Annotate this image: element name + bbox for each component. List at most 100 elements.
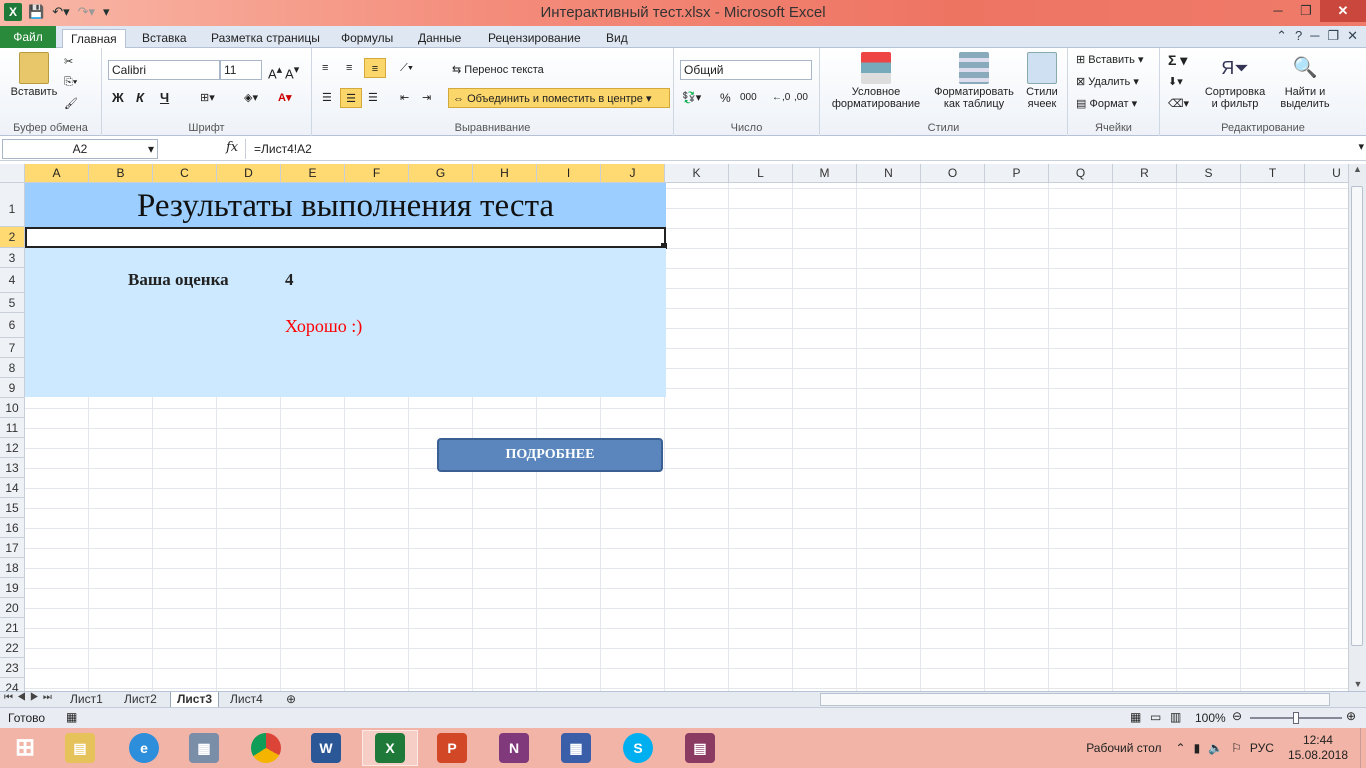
volume-icon[interactable]: 🔈 [1208,741,1223,755]
italic-button[interactable]: К [136,88,144,108]
row-header-4[interactable]: 4 [0,268,25,293]
column-header-u[interactable]: U [1305,164,1348,183]
insert-function-button[interactable]: fx [226,140,238,155]
increase-decimal-icon[interactable]: ←,0 [772,88,790,108]
row-header-13[interactable]: 13 [0,458,25,478]
select-all-corner[interactable] [0,164,25,183]
row-header-24[interactable]: 24 [0,678,25,691]
column-header-r[interactable]: R [1113,164,1177,183]
taskbar-calculator[interactable]: ▦ [176,730,232,766]
delete-cells-button[interactable]: ⊠ Удалить ▾ [1076,72,1139,92]
tab-formulas[interactable]: Формулы [333,29,401,48]
row-header-16[interactable]: 16 [0,518,25,538]
vertical-scrollbar[interactable]: ▲ ▼ [1348,164,1366,691]
row-header-22[interactable]: 22 [0,638,25,658]
close-button[interactable]: ✕ [1320,0,1366,22]
taskbar-ie[interactable]: e [116,730,172,766]
tab-home[interactable]: Главная [62,29,126,49]
row-header-14[interactable]: 14 [0,478,25,498]
fill-icon[interactable]: ⬇▾ [1168,72,1183,92]
row-header-5[interactable]: 5 [0,293,25,313]
decrease-indent-icon[interactable]: ⇤ [400,88,409,108]
tab-file[interactable]: Файл [0,26,56,48]
column-header-h[interactable]: H [473,164,537,183]
copy-icon[interactable]: ⎘▾ [64,72,77,92]
help-icon[interactable]: ? [1295,28,1302,44]
expand-formula-icon[interactable]: ▾ [1358,140,1364,153]
show-desktop-button[interactable] [1360,728,1366,768]
find-select-button[interactable]: 🔍 Найти и выделить [1272,52,1338,110]
network-icon[interactable]: ⚐ [1231,741,1242,755]
zoom-out-icon[interactable]: ⊖ [1232,709,1242,723]
row-header-7[interactable]: 7 [0,338,25,358]
row-header-9[interactable]: 9 [0,378,25,398]
insert-cells-button[interactable]: ⊞ Вставить ▾ [1076,50,1144,70]
row-header-11[interactable]: 11 [0,418,25,438]
clear-icon[interactable]: ⌫▾ [1168,94,1189,114]
decrease-decimal-icon[interactable]: ,00 [794,88,808,108]
name-box-dropdown-icon[interactable]: ▾ [148,140,154,158]
taskbar-chrome[interactable] [238,730,294,766]
cut-icon[interactable]: ✂ [64,52,73,72]
selected-cell-a2[interactable] [25,227,666,248]
format-cells-button[interactable]: ▤ Формат ▾ [1076,94,1137,114]
column-header-q[interactable]: Q [1049,164,1113,183]
tray-device-icon[interactable]: ▮ [1194,741,1201,755]
column-header-j[interactable]: J [601,164,665,183]
language-indicator[interactable]: РУС [1250,741,1274,755]
paste-button[interactable]: Вставить [6,52,62,98]
fill-color-icon[interactable]: ◈▾ [244,88,258,108]
row-header-23[interactable]: 23 [0,658,25,678]
page-layout-view-icon[interactable]: ▭ [1150,710,1161,724]
zoom-in-icon[interactable]: ⊕ [1346,709,1356,723]
details-button[interactable]: ПОДРОБНЕЕ [437,438,663,472]
name-box[interactable]: A2 ▾ [2,139,158,159]
vertical-scroll-thumb[interactable] [1351,186,1363,646]
row-header-20[interactable]: 20 [0,598,25,618]
tab-insert[interactable]: Вставка [134,29,195,48]
taskbar-pdf[interactable]: ▦ [548,730,604,766]
taskbar-winrar[interactable]: ▤ [672,730,728,766]
align-middle-icon[interactable]: ≡ [346,58,352,78]
clock[interactable]: 12:44 15.08.2018 [1288,733,1348,763]
format-as-table-button[interactable]: Форматировать как таблицу [928,52,1020,110]
align-top-icon[interactable]: ≡ [322,58,328,78]
underline-button[interactable]: Ч [160,88,169,108]
minimize-ribbon-icon[interactable]: ⌃ [1276,28,1287,44]
normal-view-icon[interactable]: ▦ [1130,710,1141,724]
tab-review[interactable]: Рецензирование [480,29,589,48]
tab-view[interactable]: Вид [598,29,636,48]
thousands-button[interactable]: 000 [740,88,757,108]
minimize-button[interactable]: ─ [1264,0,1292,22]
column-header-g[interactable]: G [409,164,473,183]
tray-expand-icon[interactable]: ⌃ [1176,741,1186,755]
font-color-icon[interactable]: A▾ [278,88,291,108]
align-left-icon[interactable]: ☰ [322,88,332,108]
currency-icon[interactable]: 💱▾ [682,88,701,108]
column-header-i[interactable]: I [537,164,601,183]
align-bottom-icon[interactable]: ≡ [364,58,386,78]
column-header-n[interactable]: N [857,164,921,183]
new-sheet-icon[interactable]: ⊕ [280,692,302,708]
sheet-nav-icon[interactable]: ⏮◀▶⏭ [4,692,56,703]
bold-button[interactable]: Ж [112,88,124,108]
scroll-up-icon[interactable]: ▲ [1349,164,1366,174]
taskbar-excel[interactable]: X [362,730,418,766]
page-break-view-icon[interactable]: ▥ [1170,710,1181,724]
percent-button[interactable]: % [720,88,731,108]
wrap-text-button[interactable]: ⇆ Перенос текста [452,60,544,80]
column-header-f[interactable]: F [345,164,409,183]
taskbar-explorer[interactable]: ▤ [52,730,108,766]
formula-input[interactable]: =Лист4!A2 [245,139,1348,159]
row-header-19[interactable]: 19 [0,578,25,598]
row-header-6[interactable]: 6 [0,313,25,338]
column-header-p[interactable]: P [985,164,1049,183]
borders-icon[interactable]: ⊞▾ [200,88,215,108]
row-header-3[interactable]: 3 [0,248,25,268]
tab-page-layout[interactable]: Разметка страницы [203,29,328,48]
column-header-b[interactable]: B [89,164,153,183]
scroll-down-icon[interactable]: ▼ [1349,679,1366,689]
doc-restore-icon[interactable]: ❐ [1327,28,1339,44]
align-center-icon[interactable]: ☰ [340,88,362,108]
align-right-icon[interactable]: ☰ [368,88,378,108]
